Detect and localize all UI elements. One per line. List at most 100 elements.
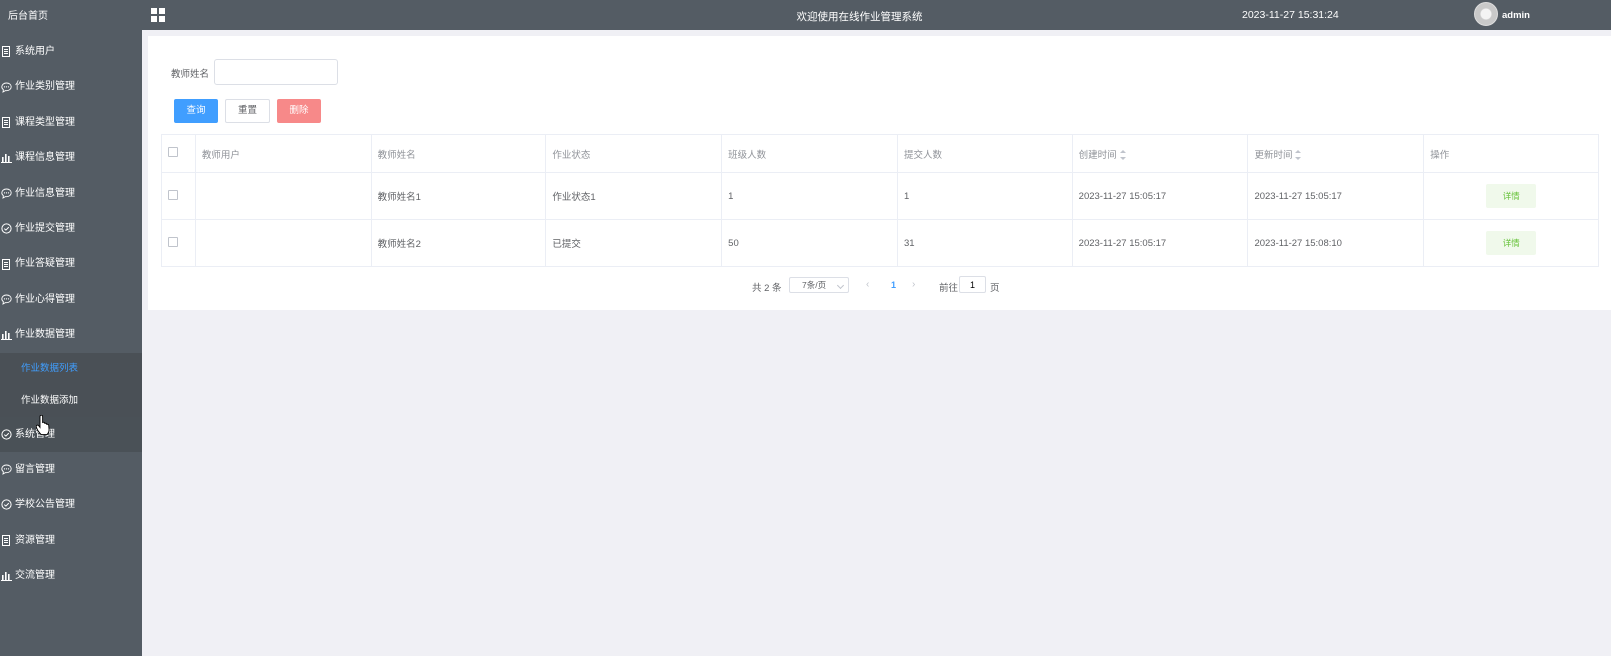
- sort-icon[interactable]: [1295, 149, 1302, 160]
- sidebar-item-label: 作业数据管理: [15, 329, 75, 341]
- sidebar-item-label: 课程信息管理: [15, 152, 75, 164]
- chat-icon: [1, 82, 12, 93]
- cell-updated: 2023-11-27 15:05:17: [1247, 172, 1425, 220]
- sidebar-item-label: 学校公告管理: [15, 499, 75, 511]
- cell-submitted: 31: [896, 219, 1073, 267]
- sidebar-home[interactable]: 后台首页: [0, 0, 142, 34]
- cell-teacher-user: [194, 172, 372, 220]
- sidebar-item[interactable]: 留言管理: [0, 452, 142, 487]
- document-icon: [1, 46, 12, 58]
- sidebar-item-label: 作业类别管理: [15, 81, 75, 93]
- sidebar-item[interactable]: 交流管理: [0, 558, 142, 593]
- next-page-icon[interactable]: ›: [912, 279, 915, 290]
- cell-teacher-name: 教师姓名2: [370, 219, 547, 267]
- column-header: 教师姓名: [370, 134, 547, 173]
- column-header: 操作: [1423, 134, 1599, 173]
- search-label: 教师姓名: [171, 69, 210, 80]
- table-header-row: 教师用户 教师姓名 作业状态 班级人数 提交人数 创建时间 更新时间 操作: [161, 134, 1599, 173]
- header-datetime: 2023-11-27 15:31:24: [1242, 9, 1339, 21]
- column-header-label: 更新时间: [1254, 149, 1293, 161]
- query-button[interactable]: 查询: [174, 99, 218, 123]
- check-circle-icon: [1, 223, 12, 234]
- page-jump-input[interactable]: [959, 276, 986, 293]
- document-icon: [1, 258, 12, 270]
- page-size-select[interactable]: 7条/页: [789, 277, 849, 293]
- detail-button[interactable]: 详情: [1486, 231, 1537, 255]
- top-header: 欢迎使用在线作业管理系统 2023-11-27 15:31:24 admin: [142, 0, 1611, 30]
- page-title: 欢迎使用在线作业管理系统: [796, 11, 923, 23]
- main-panel: 教师姓名 查询 重置 删除 教师用户 教师姓名 作业状态 班级人数 提交人数 创…: [148, 36, 1611, 310]
- bar-chart-icon: [1, 329, 12, 341]
- row-checkbox[interactable]: [168, 189, 178, 200]
- delete-button[interactable]: 删除: [277, 99, 321, 123]
- sidebar-item[interactable]: 作业心得管理: [0, 282, 142, 317]
- column-header-sortable[interactable]: 更新时间: [1247, 134, 1425, 173]
- document-icon: [1, 116, 12, 128]
- data-table: 教师用户 教师姓名 作业状态 班级人数 提交人数 创建时间 更新时间 操作 教师…: [161, 134, 1599, 267]
- current-page-number[interactable]: 1: [891, 280, 896, 290]
- grid-menu-icon[interactable]: [151, 8, 165, 22]
- cell-updated: 2023-11-27 15:08:10: [1247, 219, 1425, 267]
- select-all-checkbox[interactable]: [168, 147, 178, 157]
- table-row: 教师姓名2 已提交 50 31 2023-11-27 15:05:17 2023…: [161, 219, 1599, 267]
- goto-label: 前往: [939, 283, 959, 294]
- sidebar-item[interactable]: 作业数据管理: [0, 317, 142, 352]
- check-circle-icon: [1, 429, 12, 440]
- check-circle-icon: [1, 499, 12, 511]
- teacher-name-search-input[interactable]: [214, 59, 338, 85]
- username[interactable]: admin: [1502, 10, 1530, 21]
- detail-button[interactable]: 详情: [1486, 184, 1537, 208]
- sidebar-item-label: 交流管理: [15, 570, 55, 582]
- sidebar-item-label: 作业提交管理: [15, 222, 75, 234]
- sidebar-subitem[interactable]: 作业数据添加: [0, 384, 142, 417]
- cell-teacher-name: 教师姓名1: [370, 172, 547, 220]
- pagination: 共 2 条 7条/页 ‹ 1 › 前往 页: [148, 276, 1611, 296]
- avatar[interactable]: [1474, 2, 1498, 26]
- cell-created: 2023-11-27 15:05:17: [1071, 172, 1249, 220]
- cell-created: 2023-11-27 15:05:17: [1071, 219, 1249, 267]
- chevron-down-icon: [836, 281, 845, 290]
- table-row: 教师姓名1 作业状态1 1 1 2023-11-27 15:05:17 2023…: [161, 172, 1599, 220]
- cell-status: 已提交: [545, 219, 723, 267]
- bar-chart-icon: [1, 152, 12, 164]
- cell-class-size: 1: [721, 172, 898, 220]
- sidebar-item-label: 资源管理: [15, 534, 55, 546]
- sidebar-item[interactable]: 资源管理: [0, 523, 142, 558]
- sidebar-item-label: 系统用户: [15, 46, 55, 57]
- sidebar-item[interactable]: 学校公告管理: [0, 487, 142, 522]
- document-icon: [1, 534, 12, 546]
- sidebar-item[interactable]: 作业答疑管理: [0, 246, 142, 281]
- column-header-sortable[interactable]: 创建时间: [1071, 134, 1249, 173]
- cell-status: 作业状态1: [545, 172, 723, 220]
- cell-submitted: 1: [896, 172, 1073, 220]
- sidebar-item[interactable]: 课程信息管理: [0, 140, 142, 175]
- column-header-label: 创建时间: [1078, 149, 1117, 161]
- pagination-total: 共 2 条: [752, 283, 782, 294]
- sidebar-item[interactable]: 作业提交管理: [0, 211, 142, 246]
- cell-class-size: 50: [721, 219, 898, 267]
- page-suffix-label: 页: [990, 283, 1000, 294]
- bar-chart-icon: [1, 570, 12, 582]
- reset-button[interactable]: 重置: [225, 99, 270, 123]
- column-header: 提交人数: [896, 134, 1073, 173]
- sidebar-item-label: 作业心得管理: [15, 293, 75, 305]
- chat-icon: [1, 188, 12, 199]
- prev-page-icon[interactable]: ‹: [866, 279, 869, 290]
- sidebar-item[interactable]: 作业信息管理: [0, 176, 142, 211]
- sidebar-item-label: 留言管理: [15, 463, 55, 475]
- sidebar-item[interactable]: 系统用户: [0, 34, 142, 69]
- column-header: 班级人数: [721, 134, 898, 173]
- sidebar-item-label: 课程类型管理: [15, 116, 75, 128]
- sidebar-item[interactable]: 课程类型管理: [0, 105, 142, 140]
- sidebar-item[interactable]: 作业类别管理: [0, 69, 142, 104]
- sidebar-subitem[interactable]: 作业数据列表: [0, 352, 142, 385]
- page-size-value: 7条/页: [802, 280, 827, 290]
- sort-icon[interactable]: [1119, 149, 1126, 160]
- column-header: 作业状态: [545, 134, 723, 173]
- sidebar-item-label: 作业答疑管理: [15, 258, 75, 270]
- sidebar-item[interactable]: 系统管理: [0, 416, 142, 452]
- sidebar-item-label: 作业信息管理: [15, 187, 75, 199]
- column-header: 教师用户: [194, 134, 372, 173]
- hand-cursor-icon: [36, 415, 50, 435]
- row-checkbox[interactable]: [168, 236, 178, 247]
